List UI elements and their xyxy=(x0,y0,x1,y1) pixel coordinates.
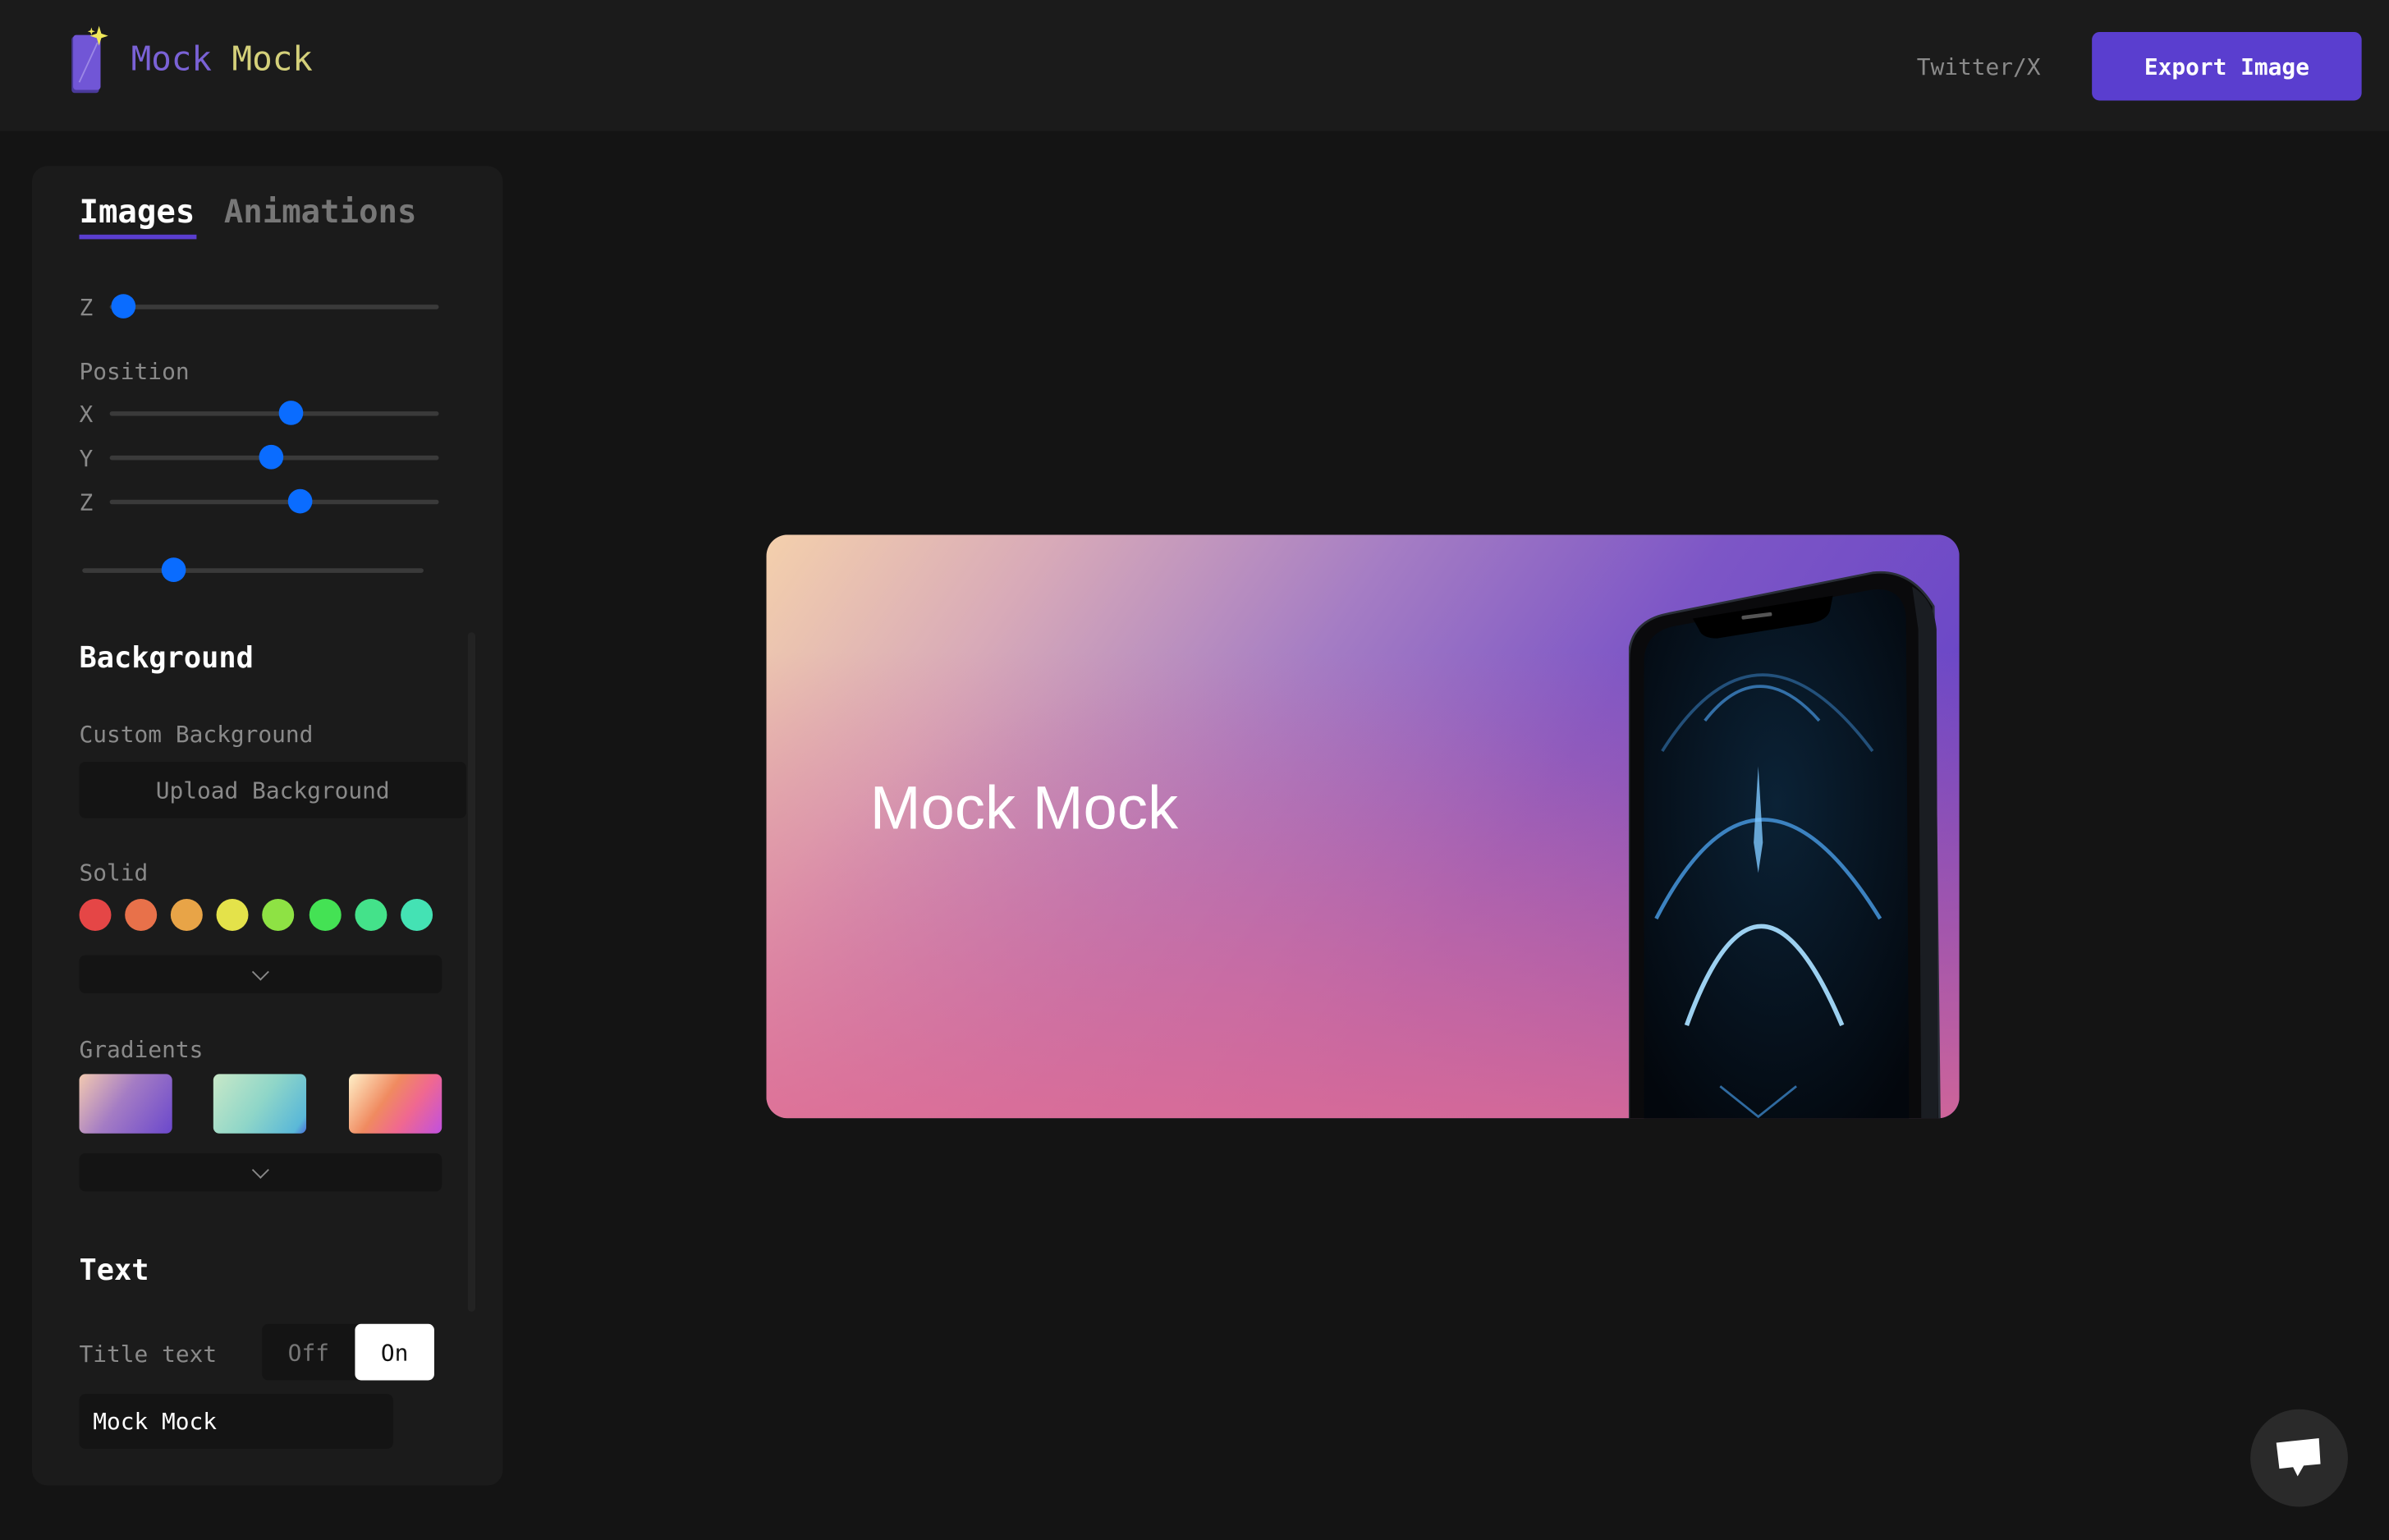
sidebar-scrollbar[interactable] xyxy=(467,632,476,1312)
zoom-slider[interactable] xyxy=(109,294,439,319)
zoom-slider-label: Z xyxy=(79,294,94,322)
gradient-swatch[interactable] xyxy=(349,1074,442,1134)
gradient-swatch[interactable] xyxy=(213,1074,307,1134)
gradient-swatch[interactable] xyxy=(79,1074,172,1134)
solid-color-swatch[interactable] xyxy=(355,898,387,931)
title-text-input[interactable]: Mock Mock xyxy=(79,1394,393,1449)
position-x-label: X xyxy=(79,401,94,429)
tab-animations[interactable]: Animations xyxy=(224,194,417,231)
solid-color-swatch[interactable] xyxy=(170,898,203,931)
custom-background-label: Custom Background xyxy=(79,720,314,749)
solid-expand-button[interactable] xyxy=(79,955,442,994)
upload-background-button[interactable]: Upload Background xyxy=(79,761,466,818)
toggle-off-option[interactable]: Off xyxy=(262,1324,355,1381)
twitter-link[interactable]: Twitter/X xyxy=(1917,53,2041,80)
slider-thumb[interactable] xyxy=(110,294,135,319)
slider-thumb[interactable] xyxy=(259,444,283,470)
position-label: Position xyxy=(79,358,190,386)
solid-color-swatch[interactable] xyxy=(309,898,342,931)
title-text-label: Title text xyxy=(79,1341,218,1368)
extra-slider[interactable] xyxy=(82,557,424,582)
position-x-slider[interactable] xyxy=(109,401,439,425)
position-z-slider[interactable] xyxy=(109,488,439,514)
chat-bubble-icon xyxy=(2276,1437,2321,1477)
active-tab-indicator xyxy=(79,234,197,240)
chevron-down-icon xyxy=(251,1160,269,1178)
logo-text[interactable]: Mock Mock xyxy=(131,41,313,79)
solid-color-swatch[interactable] xyxy=(79,898,112,931)
background-heading: Background xyxy=(79,641,254,676)
solid-color-swatch[interactable] xyxy=(216,898,249,931)
solid-color-swatch[interactable] xyxy=(262,898,295,931)
text-heading: Text xyxy=(79,1254,149,1288)
chevron-down-icon xyxy=(251,962,269,980)
phone-mockup[interactable] xyxy=(1627,568,1942,1119)
chat-button[interactable] xyxy=(2250,1409,2348,1507)
preview-canvas[interactable]: Mock Mock xyxy=(766,534,1960,1119)
app: Mock Mock Twitter/X Export Image Images … xyxy=(0,0,2389,1540)
logo-word-2: Mock xyxy=(232,41,313,80)
slider-thumb[interactable] xyxy=(278,401,303,425)
solid-color-swatch[interactable] xyxy=(401,898,433,931)
toggle-on-option[interactable]: On xyxy=(355,1323,434,1381)
export-image-button[interactable]: Export Image xyxy=(2092,31,2362,101)
header: Mock Mock Twitter/X Export Image xyxy=(0,0,2389,131)
tab-images[interactable]: Images xyxy=(80,194,195,231)
solid-label: Solid xyxy=(79,859,149,887)
gradients-expand-button[interactable] xyxy=(79,1153,442,1192)
gradients-label: Gradients xyxy=(79,1036,204,1064)
position-y-slider[interactable] xyxy=(109,444,439,470)
logo-word-1: Mock xyxy=(131,41,212,80)
position-z-label: Z xyxy=(79,488,94,517)
logo-icon xyxy=(67,21,113,98)
position-y-label: Y xyxy=(79,444,94,473)
canvas-title-text[interactable]: Mock Mock xyxy=(870,776,1178,845)
solid-color-swatch[interactable] xyxy=(125,898,158,931)
